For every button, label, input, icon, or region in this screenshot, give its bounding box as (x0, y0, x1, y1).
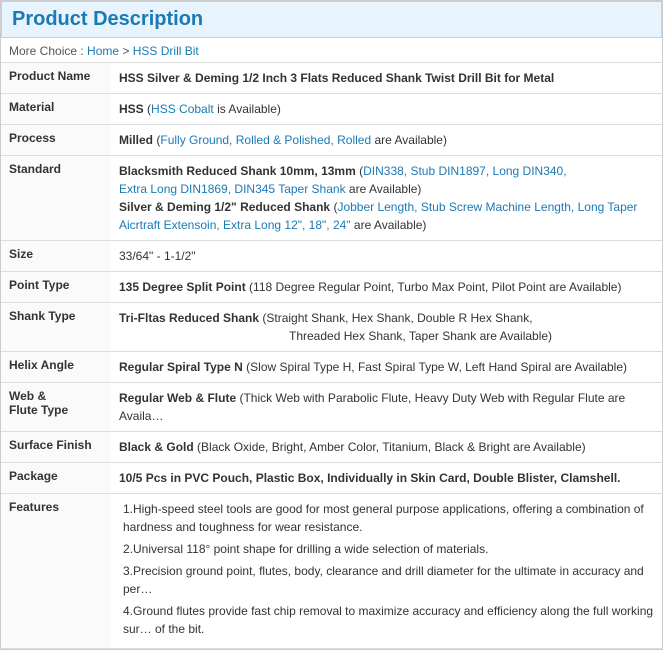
table-row: Process Milled (Fully Ground, Rolled & P… (1, 125, 662, 156)
feature-1: 1.High-speed steel tools are good for mo… (123, 500, 654, 536)
feature-4: 4.Ground flutes provide fast chip remova… (123, 602, 654, 638)
standard-blacksmith-cont: Extra Long DIN1869, DIN345 Taper Shank (119, 182, 346, 196)
material-rest: (HSS Cobalt is Available) (147, 102, 281, 116)
surface-finish-rest: (Black Oxide, Bright, Amber Color, Titan… (197, 440, 586, 454)
value-standard: Blacksmith Reduced Shank 10mm, 13mm (DIN… (111, 156, 662, 241)
value-shank-type: Tri-Fltas Reduced Shank (Straight Shank,… (111, 303, 662, 352)
page-title: Product Description (1, 1, 662, 38)
feature-3: 3.Precision ground point, flutes, body, … (123, 562, 654, 598)
spec-table: Product Name HSS Silver & Deming 1/2 Inc… (1, 63, 662, 649)
breadcrumb-sep: > (119, 44, 129, 58)
table-row: Material HSS (HSS Cobalt is Available) (1, 94, 662, 125)
table-row: Features 1.High-speed steel tools are go… (1, 494, 662, 649)
standard-silver-cont: Aicrtraft Extensoin, Extra Long 12", 18"… (119, 218, 351, 232)
table-row: Helix Angle Regular Spiral Type N (Slow … (1, 352, 662, 383)
value-package: 10/5 Pcs in PVC Pouch, Plastic Box, Indi… (111, 463, 662, 494)
shank-type-bold: Tri-Fltas Reduced Shank (119, 311, 259, 325)
feature-2: 2.Universal 118° point shape for drillin… (123, 540, 654, 558)
shank-type-cont: Threaded Hex Shank, Taper Shank are Avai… (119, 329, 552, 343)
standard-line1: Blacksmith Reduced Shank 10mm, 13mm (DIN… (119, 162, 654, 180)
standard-silver-rest: (Jobber Length, Stub Screw Machine Lengt… (333, 200, 637, 214)
label-process: Process (1, 125, 111, 156)
label-material: Material (1, 94, 111, 125)
label-shank-type: Shank Type (1, 303, 111, 352)
helix-angle-bold: Regular Spiral Type N (119, 360, 243, 374)
value-process: Milled (Fully Ground, Rolled & Polished,… (111, 125, 662, 156)
helix-angle-rest: (Slow Spiral Type H, Fast Spiral Type W,… (246, 360, 627, 374)
label-surface-finish: Surface Finish (1, 432, 111, 463)
value-features: 1.High-speed steel tools are good for mo… (111, 494, 662, 649)
label-package: Package (1, 463, 111, 494)
label-features: Features (1, 494, 111, 649)
features-list: 1.High-speed steel tools are good for mo… (119, 500, 654, 638)
breadcrumb: More Choice : Home > HSS Drill Bit (1, 40, 662, 63)
surface-finish-bold: Black & Gold (119, 440, 194, 454)
process-rest: (Fully Ground, Rolled & Polished, Rolled… (156, 133, 447, 147)
standard-line2: Silver & Deming 1/2" Reduced Shank (Jobb… (119, 198, 654, 216)
breadcrumb-label: More Choice : (9, 44, 84, 58)
standard-line2-cont: Aicrtraft Extensoin, Extra Long 12", 18"… (119, 216, 654, 234)
label-product-name: Product Name (1, 63, 111, 94)
table-row: Size 33/64" - 1-1/2" (1, 241, 662, 272)
web-flute-bold: Regular Web & Flute (119, 391, 236, 405)
label-size: Size (1, 241, 111, 272)
value-surface-finish: Black & Gold (Black Oxide, Bright, Amber… (111, 432, 662, 463)
package-text: 10/5 Pcs in PVC Pouch, Plastic Box, Indi… (119, 471, 620, 485)
standard-blacksmith-bold: Blacksmith Reduced Shank 10mm, 13mm (119, 164, 356, 178)
label-point-type: Point Type (1, 272, 111, 303)
value-product-name: HSS Silver & Deming 1/2 Inch 3 Flats Red… (111, 63, 662, 94)
table-row: Web &Flute Type Regular Web & Flute (Thi… (1, 383, 662, 432)
breadcrumb-home-link[interactable]: Home (87, 44, 119, 58)
table-row: Shank Type Tri-Fltas Reduced Shank (Stra… (1, 303, 662, 352)
standard-blacksmith-rest: (DIN338, Stub DIN1897, Long DIN340, (359, 164, 566, 178)
table-row: Product Name HSS Silver & Deming 1/2 Inc… (1, 63, 662, 94)
value-web-flute: Regular Web & Flute (Thick Web with Para… (111, 383, 662, 432)
point-type-rest: (118 Degree Regular Point, Turbo Max Poi… (249, 280, 621, 294)
shank-type-rest: (Straight Shank, Hex Shank, Double R Hex… (262, 311, 532, 325)
label-web-flute: Web &Flute Type (1, 383, 111, 432)
process-bold: Milled (119, 133, 153, 147)
value-material: HSS (HSS Cobalt is Available) (111, 94, 662, 125)
table-row: Surface Finish Black & Gold (Black Oxide… (1, 432, 662, 463)
product-description-container: Product Description More Choice : Home >… (0, 0, 663, 650)
standard-line1-cont: Extra Long DIN1869, DIN345 Taper Shank a… (119, 180, 654, 198)
breadcrumb-category-link[interactable]: HSS Drill Bit (133, 44, 199, 58)
value-size: 33/64" - 1-1/2" (111, 241, 662, 272)
label-helix-angle: Helix Angle (1, 352, 111, 383)
material-bold: HSS (119, 102, 144, 116)
value-helix-angle: Regular Spiral Type N (Slow Spiral Type … (111, 352, 662, 383)
product-name-text: HSS Silver & Deming 1/2 Inch 3 Flats Red… (119, 71, 554, 85)
point-type-bold: 135 Degree Split Point (119, 280, 246, 294)
table-row: Point Type 135 Degree Split Point (118 D… (1, 272, 662, 303)
label-standard: Standard (1, 156, 111, 241)
value-point-type: 135 Degree Split Point (118 Degree Regul… (111, 272, 662, 303)
table-row: Standard Blacksmith Reduced Shank 10mm, … (1, 156, 662, 241)
standard-silver-bold: Silver & Deming 1/2" Reduced Shank (119, 200, 330, 214)
table-row: Package 10/5 Pcs in PVC Pouch, Plastic B… (1, 463, 662, 494)
